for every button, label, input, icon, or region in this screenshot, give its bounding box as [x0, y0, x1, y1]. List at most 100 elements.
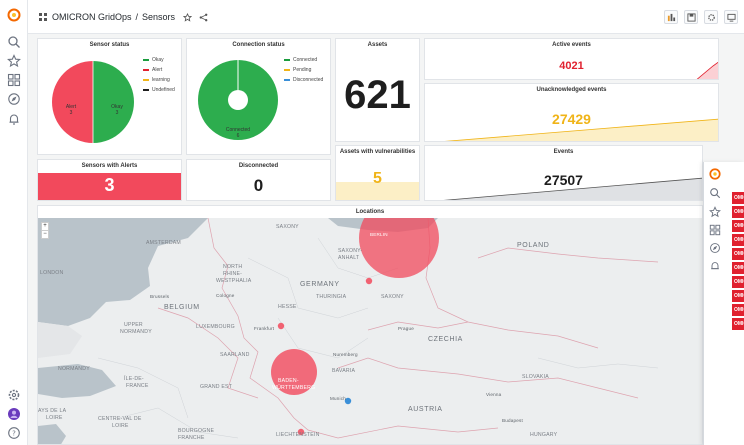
legend-item-alert[interactable]: Alert	[143, 67, 175, 73]
location-frankfurt	[277, 322, 285, 330]
map-label-pays-de-la-loire: AYS DE LA	[38, 408, 67, 414]
dashboards-icon	[38, 12, 48, 22]
list-item[interactable]: OMIC	[732, 206, 744, 218]
map-label-thuringia: THURINGIA	[316, 294, 347, 300]
map-label-westphalia: WESTPHALIA	[216, 278, 252, 284]
overlapping-window: OMIC OMIC OMIC OMIC OMIC OMIC OMIC OMIC …	[703, 162, 744, 445]
map-label-liechtenstein: LIECHTENSTEIN	[276, 432, 320, 438]
map-label-baden: BADEN-	[278, 378, 299, 384]
add-panel-button[interactable]	[664, 10, 678, 24]
legend-item-connected[interactable]: Connected	[284, 57, 323, 63]
map-label-austria: AUSTRIA	[408, 406, 443, 413]
map-label-cologne: Cologne	[216, 293, 235, 298]
map-label-centre-val: CENTRE-VAL DE	[98, 416, 142, 422]
explore-icon[interactable]	[709, 242, 721, 254]
map-label-upper-normandy2: NORMANDY	[120, 329, 152, 335]
map-label-lower-saxony: SAXONY	[276, 224, 299, 230]
donut-label-connected: Connected 6	[225, 127, 251, 139]
list-item[interactable]: OMIC	[732, 290, 744, 302]
events-value: 27507	[544, 172, 583, 188]
help-icon[interactable]: ?	[7, 426, 21, 440]
grafana-logo-icon[interactable]	[7, 8, 21, 22]
panel-title: Assets with vulnerabilities	[339, 149, 416, 155]
star-icon[interactable]	[709, 206, 721, 218]
connection-status-legend: Connected Pending Disconnected	[284, 57, 323, 87]
star-icon[interactable]	[182, 12, 193, 22]
user-avatar-icon[interactable]	[7, 407, 21, 421]
search-icon[interactable]	[7, 35, 21, 49]
overlapping-window-list: OMIC OMIC OMIC OMIC OMIC OMIC OMIC OMIC …	[732, 192, 744, 332]
panel-title: Events	[553, 149, 574, 155]
map-label-hesse: HESSE	[278, 304, 297, 310]
sensors-with-alerts-value: 3	[104, 175, 115, 195]
pie-label-okay: Okay 3	[111, 104, 123, 116]
dashboards-icon[interactable]	[709, 224, 721, 236]
map-label-belgium: BELGIUM	[164, 304, 200, 311]
tv-mode-icon[interactable]	[724, 10, 738, 24]
map-label-pays-de-la-loire2: LOIRE	[46, 415, 63, 421]
map-label-north-rhine: NORTH	[223, 264, 243, 270]
location-saxony-anhalt	[365, 277, 373, 285]
legend-item-pending[interactable]: Pending	[284, 67, 323, 73]
list-item[interactable]: OMIC	[732, 192, 744, 204]
sensor-status-legend: Okay Alert learning Undefined	[143, 57, 175, 97]
locations-map-panel: Locations + − AMSTERDAM NORTH RHINE- WES…	[37, 205, 703, 445]
assets-with-vulnerabilities-panel: Assets with vulnerabilities 5	[335, 145, 420, 201]
bell-icon[interactable]	[709, 260, 721, 272]
explore-icon[interactable]	[7, 92, 21, 106]
map-label-ile-de-france2: FRANCE	[126, 383, 149, 389]
breadcrumb-separator: /	[135, 12, 139, 22]
zoom-in-button[interactable]: +	[42, 223, 48, 230]
unacknowledged-events-panel: Unacknowledged events 27429	[424, 83, 719, 142]
map-label-normandy: NORMANDY	[58, 366, 90, 372]
dashboards-icon[interactable]	[7, 73, 21, 87]
list-item[interactable]: OMIC	[732, 234, 744, 246]
panel-title: Sensors with Alerts	[81, 163, 138, 169]
svg-text:?: ?	[12, 430, 16, 438]
map-label-berlin: BERLIN	[370, 232, 388, 237]
gear-icon[interactable]	[7, 388, 21, 402]
disconnected-value: 0	[253, 176, 264, 195]
map-zoom-control: + −	[41, 222, 49, 239]
settings-icon[interactable]	[704, 10, 718, 24]
legend-item-undefined[interactable]: Undefined	[143, 87, 175, 93]
map-label-centre-val2: LOIRE	[112, 423, 129, 429]
assets-panel: Assets 621	[335, 38, 420, 142]
map-label-munich: Munich	[330, 396, 347, 401]
assets-with-vulnerabilities-value: 5	[373, 170, 382, 187]
list-item[interactable]: OMIC	[732, 304, 744, 316]
map-label-brussels: Brussels	[150, 294, 170, 299]
zoom-out-button[interactable]: −	[42, 230, 48, 238]
legend-item-learning[interactable]: learning	[143, 77, 175, 83]
list-item[interactable]: OMIC	[732, 276, 744, 288]
legend-item-okay[interactable]: Okay	[143, 57, 175, 63]
legend-item-disconnected[interactable]: Disconnected	[284, 77, 323, 83]
share-icon[interactable]	[199, 13, 208, 22]
connection-status-panel: Connection status Connected 6 Connected …	[186, 38, 331, 155]
disconnected-panel: Disconnected 0	[186, 159, 331, 201]
map-label-saxony: SAXONY	[381, 294, 404, 300]
search-icon[interactable]	[709, 187, 721, 199]
map-label-slovakia: SLOVAKIA	[522, 374, 549, 380]
list-item[interactable]: OMIC	[732, 318, 744, 330]
map-label-saarland: SAARLAND	[220, 352, 250, 358]
list-item[interactable]: OMIC	[732, 220, 744, 232]
sensor-status-panel: Sensor status Alert 3 Okay 3 Okay Alert …	[37, 38, 182, 155]
grafana-logo-icon[interactable]	[709, 168, 721, 180]
map-label-saxony-anhalt: SAXONY-	[338, 248, 363, 254]
active-events-panel: Active events 4021	[424, 38, 719, 80]
map-label-hungary: HUNGARY	[530, 432, 558, 438]
panel-title: Active events	[552, 42, 591, 48]
breadcrumb-org[interactable]: OMICRON GridOps	[52, 12, 132, 22]
map-label-north-rhine2: RHINE-	[223, 271, 243, 277]
save-icon[interactable]	[684, 10, 698, 24]
list-item[interactable]: OMIC	[732, 262, 744, 274]
star-icon[interactable]	[7, 54, 21, 68]
list-item[interactable]: OMIC	[732, 248, 744, 260]
toolbar	[664, 10, 738, 24]
bell-icon[interactable]	[7, 112, 21, 126]
panel-title: Sensor status	[89, 42, 130, 48]
breadcrumb-page[interactable]: Sensors	[142, 12, 175, 22]
map-label-bavaria: BAVARIA	[332, 368, 356, 374]
breadcrumb: OMICRON GridOps / Sensors	[38, 12, 208, 22]
